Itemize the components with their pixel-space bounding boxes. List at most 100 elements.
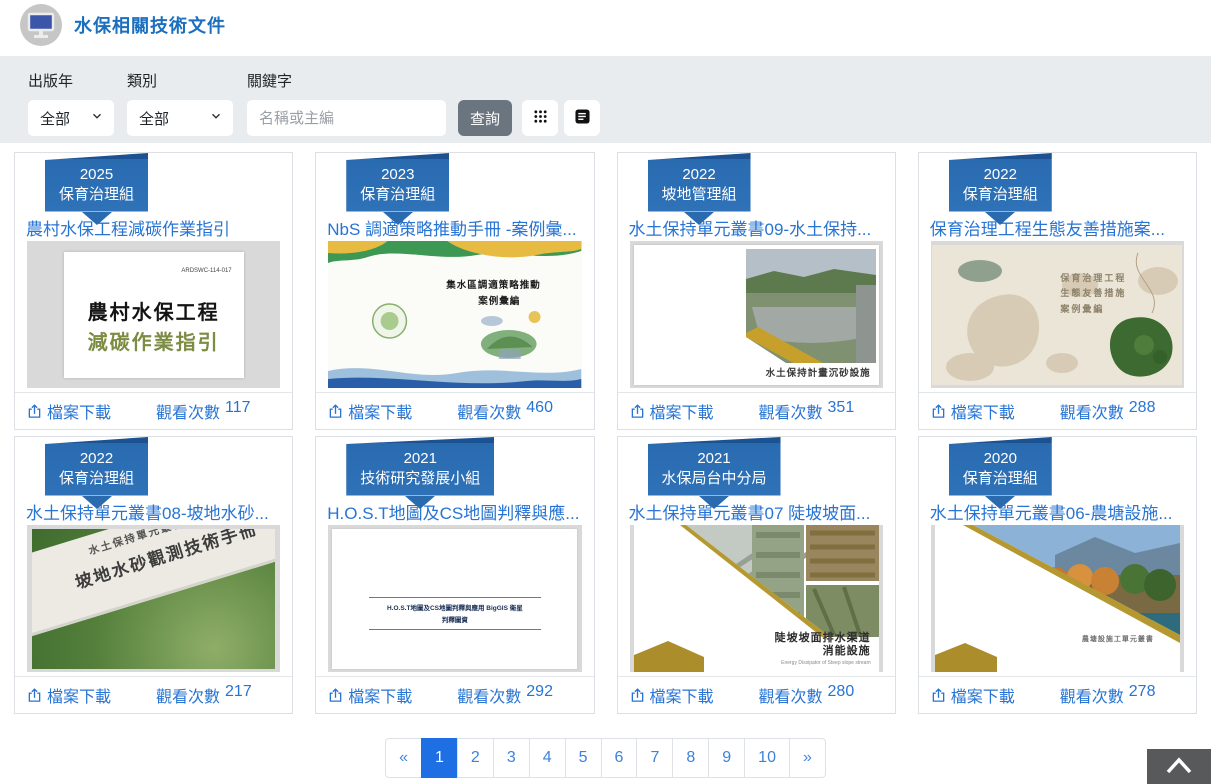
document-card: 2022 保育治理組 保育治理工程生態友善措施案...: [918, 152, 1197, 430]
badge-year: 2025: [59, 165, 134, 185]
pagination-page-1[interactable]: 1: [421, 738, 458, 778]
download-link[interactable]: 檔案下載: [27, 683, 111, 707]
list-view-button[interactable]: [564, 100, 600, 136]
card-footer: 檔案下載 觀看次數292: [316, 676, 593, 713]
box-arrow-up-icon: [630, 404, 645, 419]
year-group-badge: 2021 技術研究發展小組: [346, 437, 494, 496]
document-title-link[interactable]: 水土保持單元叢書08-坡地水砂...: [26, 499, 281, 524]
document-cover[interactable]: ARDSWC-114-017 農村水保工程 減碳作業指引: [27, 241, 280, 388]
view-count: 觀看次數460: [457, 399, 553, 423]
document-cover[interactable]: 水土保持單元叢書 坡地水砂觀測技術手冊: [27, 525, 280, 672]
document-cover[interactable]: 集水區調適策略推動 案例彙編: [328, 241, 581, 388]
cover-art: 水土保持計畫沉砂設施: [634, 245, 879, 385]
cover-art: 水土保持單元叢書 坡地水砂觀測技術手冊: [32, 529, 275, 669]
pagination-prev[interactable]: «: [385, 738, 422, 778]
download-link[interactable]: 檔案下載: [931, 683, 1015, 707]
document-cover[interactable]: 陡坡坡面排水渠道 消能設施 Energy Dissipator of Steep…: [630, 525, 883, 672]
keyword-filter-label: 關鍵字: [247, 70, 606, 91]
chevron-down-icon: [209, 109, 223, 127]
search-button[interactable]: 查詢: [458, 100, 512, 136]
page-header: 水保相關技術文件: [0, 0, 1211, 50]
view-count: 觀看次數217: [156, 683, 252, 707]
year-group-badge: 2021 水保局台中分局: [648, 437, 781, 496]
year-select-value: 全部: [40, 108, 70, 129]
document-title-link[interactable]: NbS 調適策略推動手冊 -案例彙...: [327, 215, 582, 240]
cover-art: H.O.S.T地圖及CS地圖判釋與應用 BigGIS 衛星 判釋圖資: [332, 529, 577, 669]
pagination-page-5[interactable]: 5: [565, 738, 602, 778]
document-title-link[interactable]: 保育治理工程生態友善措施案...: [930, 215, 1185, 240]
document-title-link[interactable]: 水土保持單元叢書06-農塘設施...: [930, 499, 1185, 524]
pagination-page-9[interactable]: 9: [708, 738, 745, 778]
document-title-link[interactable]: 水土保持單元叢書09-水土保持...: [629, 215, 884, 240]
download-link[interactable]: 檔案下載: [931, 399, 1015, 423]
document-card: 2021 水保局台中分局 水土保持單元叢書07 陡坡坡面...: [617, 436, 896, 714]
badge-arrow: [82, 212, 112, 225]
badge-group: 保育治理組: [59, 469, 134, 489]
pagination-page-6[interactable]: 6: [601, 738, 638, 778]
box-arrow-up-icon: [328, 404, 343, 419]
document-cover[interactable]: 保育治理工程 生態友善措施 案例彙編: [931, 241, 1184, 388]
pagination-page-2[interactable]: 2: [457, 738, 494, 778]
document-title-link[interactable]: 農村水保工程減碳作業指引: [26, 215, 281, 240]
badge-arrow: [684, 212, 714, 225]
badge-year: 2022: [963, 165, 1038, 185]
box-arrow-up-icon: [27, 404, 42, 419]
document-card: 2023 保育治理組 NbS 調適策略推動手冊 -案例彙...: [315, 152, 594, 430]
year-select[interactable]: 全部: [28, 100, 114, 136]
download-link[interactable]: 檔案下載: [328, 399, 412, 423]
year-group-badge: 2023 保育治理組: [346, 153, 449, 212]
box-arrow-up-icon: [931, 404, 946, 419]
badge-group: 水保局台中分局: [662, 469, 767, 489]
view-count: 觀看次數278: [1060, 683, 1156, 707]
cover-art: 農塘設施工單元叢書: [935, 525, 1180, 672]
pagination-next[interactable]: »: [789, 738, 826, 778]
document-cover[interactable]: H.O.S.T地圖及CS地圖判釋與應用 BigGIS 衛星 判釋圖資: [328, 525, 581, 672]
box-arrow-up-icon: [27, 688, 42, 703]
document-card: 2022 坡地管理組 水土保持單元叢書09-水土保持...: [617, 152, 896, 430]
document-card: 2020 保育治理組 水土保持單元叢書06-農塘設施...: [918, 436, 1197, 714]
back-to-top-button[interactable]: [1147, 749, 1211, 784]
download-link[interactable]: 檔案下載: [630, 683, 714, 707]
card-footer: 檔案下載 觀看次數117: [15, 392, 292, 429]
keyword-input[interactable]: [247, 100, 446, 136]
card-footer: 檔案下載 觀看次數460: [316, 392, 593, 429]
year-group-badge: 2022 保育治理組: [45, 437, 148, 496]
card-footer: 檔案下載 觀看次數278: [919, 676, 1196, 713]
cover-art: 集水區調適策略推動 案例彙編: [328, 241, 581, 388]
year-filter-label: 出版年: [28, 70, 127, 91]
view-count: 觀看次數280: [759, 683, 855, 707]
grid-view-button[interactable]: [522, 100, 558, 136]
download-link[interactable]: 檔案下載: [328, 683, 412, 707]
card-footer: 檔案下載 觀看次數351: [618, 392, 895, 429]
pagination-page-3[interactable]: 3: [493, 738, 530, 778]
pagination-page-8[interactable]: 8: [672, 738, 709, 778]
document-title-link[interactable]: 水土保持單元叢書07 陡坡坡面...: [629, 499, 884, 524]
badge-year: 2022: [662, 165, 737, 185]
pagination-page-10[interactable]: 10: [744, 738, 790, 778]
pagination-page-7[interactable]: 7: [636, 738, 673, 778]
download-link[interactable]: 檔案下載: [27, 399, 111, 423]
pagination: « 1 2 3 4 5 6 7 8 9 10 »: [0, 738, 1211, 778]
box-arrow-up-icon: [328, 688, 343, 703]
badge-arrow: [699, 496, 729, 509]
badge-year: 2022: [59, 449, 134, 469]
document-cover[interactable]: 水土保持計畫沉砂設施: [630, 241, 883, 388]
document-title-link[interactable]: H.O.S.T地圖及CS地圖判釋與應...: [327, 499, 582, 524]
box-arrow-up-icon: [931, 688, 946, 703]
badge-year: 2021: [360, 449, 480, 469]
document-cover[interactable]: 農塘設施工單元叢書: [931, 525, 1184, 672]
view-count: 觀看次數117: [156, 399, 251, 423]
cover-art: ARDSWC-114-017 農村水保工程 減碳作業指引: [64, 252, 244, 378]
view-count: 觀看次數288: [1060, 399, 1156, 423]
chevron-down-icon: [90, 109, 104, 127]
badge-year: 2020: [963, 449, 1038, 469]
card-footer: 檔案下載 觀看次數288: [919, 392, 1196, 429]
badge-arrow: [985, 212, 1015, 225]
pagination-page-4[interactable]: 4: [529, 738, 566, 778]
badge-arrow: [383, 212, 413, 225]
download-link[interactable]: 檔案下載: [630, 399, 714, 423]
filter-bar: 出版年 全部 類別 全部 關鍵字 查詢: [0, 56, 1211, 143]
category-select[interactable]: 全部: [127, 100, 233, 136]
year-group-badge: 2025 保育治理組: [45, 153, 148, 212]
category-select-value: 全部: [139, 108, 169, 129]
